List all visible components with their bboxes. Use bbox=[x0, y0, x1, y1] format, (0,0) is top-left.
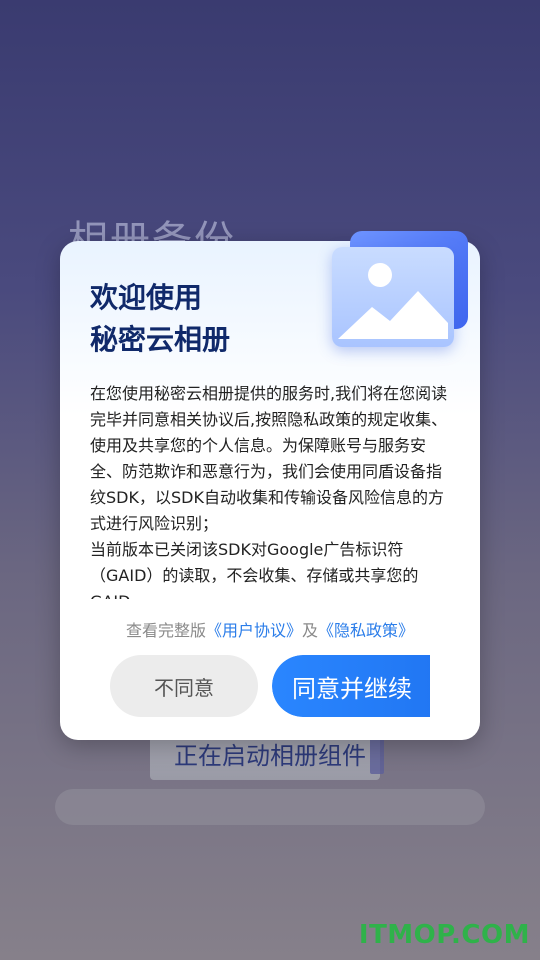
dialog-title-line2: 秘密云相册 bbox=[90, 323, 231, 356]
privacy-consent-dialog: 欢迎使用 秘密云相册 在您使用秘密云相册提供的服务时,我们将在您阅读完毕并同意相… bbox=[60, 231, 480, 740]
watermark-text: ITMOP.COM bbox=[358, 920, 530, 950]
dialog-body-scroll[interactable]: 在您使用秘密云相册提供的服务时,我们将在您阅读完毕并同意相关协议后,按照隐私政策… bbox=[90, 381, 454, 599]
dialog-body-paragraph-1: 在您使用秘密云相册提供的服务时,我们将在您阅读完毕并同意相关协议后,按照隐私政策… bbox=[90, 384, 448, 533]
agree-button-clip: 同意并继续 bbox=[272, 655, 430, 717]
privacy-policy-link[interactable]: 《隐私政策》 bbox=[318, 621, 414, 640]
terms-prefix: 查看完整版 bbox=[125, 621, 206, 640]
loading-progress-bar bbox=[55, 789, 485, 825]
dialog-body-text: 在您使用秘密云相册提供的服务时,我们将在您阅读完毕并同意相关协议后,按照隐私政策… bbox=[90, 381, 454, 599]
image-icon bbox=[332, 231, 472, 351]
loading-status-text: 正在启动相册组件 bbox=[174, 742, 366, 770]
user-agreement-link[interactable]: 《用户协议》 bbox=[206, 621, 302, 640]
decline-button[interactable]: 不同意 bbox=[110, 655, 258, 717]
dialog-body-paragraph-2: 当前版本已关闭该SDK对Google广告标识符（GAID）的读取，不会收集、存储… bbox=[90, 540, 419, 599]
illustration-front-card bbox=[332, 247, 454, 347]
dialog-title-line1: 欢迎使用 bbox=[90, 281, 203, 314]
mountain-sun-icon bbox=[338, 263, 448, 339]
dialog-title: 欢迎使用 秘密云相册 bbox=[90, 277, 230, 361]
terms-links-line: 查看完整版《用户协议》及《隐私政策》 bbox=[60, 617, 480, 641]
agree-and-continue-button[interactable]: 同意并继续 bbox=[272, 655, 430, 717]
terms-and: 及 bbox=[302, 621, 319, 640]
